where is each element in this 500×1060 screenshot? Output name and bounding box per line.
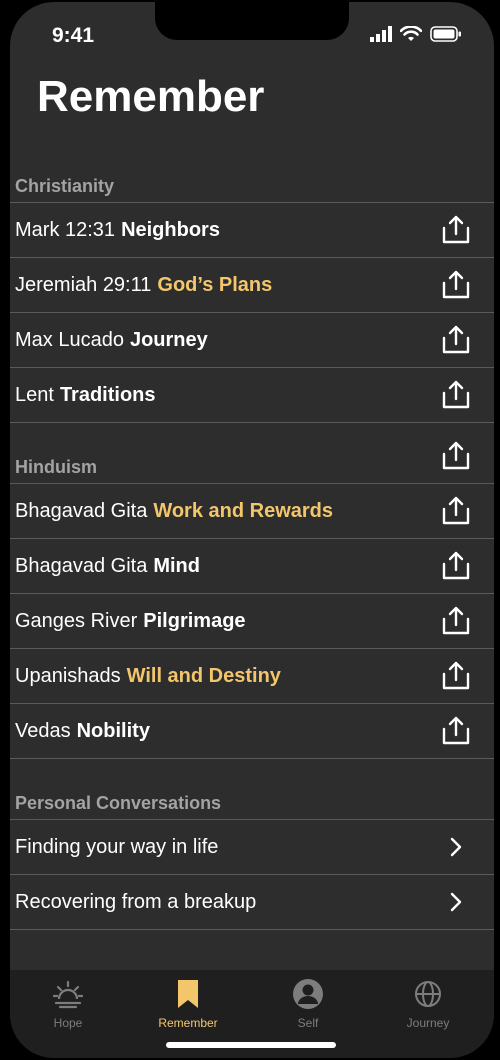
tab-journey[interactable]: Journey (368, 978, 488, 1030)
share-icon (442, 716, 470, 745)
wifi-icon (400, 26, 422, 41)
item-topic: God’s Plans (157, 273, 273, 296)
item-source: Vedas (15, 719, 71, 742)
open-conversation-button[interactable] (442, 887, 470, 917)
list-item[interactable]: Finding your way in life (10, 819, 494, 874)
share-button[interactable] (442, 716, 470, 746)
share-button[interactable] (442, 551, 470, 581)
tab-label: Hope (53, 1016, 83, 1030)
conversation-title: Finding your way in life (15, 835, 219, 858)
share-icon (442, 496, 470, 525)
tab-remember[interactable]: Remember (128, 978, 248, 1030)
share-icon (442, 270, 470, 299)
tab-hope[interactable]: Hope (10, 978, 128, 1030)
tab-self[interactable]: Self (248, 978, 368, 1030)
status-time: 9:41 (52, 24, 95, 47)
item-source: Ganges River (15, 609, 138, 632)
share-button[interactable] (442, 606, 470, 636)
share-button[interactable] (442, 380, 470, 410)
tab-label: Journey (406, 1016, 450, 1030)
item-source: Mark 12:31 (15, 218, 116, 241)
list-item[interactable]: Bhagavad Gita Mind (10, 538, 494, 593)
share-icon (442, 441, 470, 470)
phone-frame: 9:41 Remember Christianity Mark 12:31 Ne… (0, 0, 500, 1060)
item-topic: Neighbors (121, 218, 220, 241)
section-header-hinduism: Hinduism (15, 457, 98, 477)
globe-icon (415, 981, 441, 1007)
share-button[interactable] (442, 325, 470, 355)
home-indicator[interactable] (166, 1042, 336, 1048)
battery-icon (430, 26, 461, 42)
list-item[interactable]: Ganges River Pilgrimage (10, 593, 494, 648)
item-source: Bhagavad Gita (15, 499, 148, 522)
share-icon (442, 215, 470, 244)
notch (155, 2, 349, 40)
tab-bar: Hope Remember Self Journey (10, 970, 494, 1058)
list-item[interactable]: Bhagavad Gita Work and Rewards (10, 483, 494, 538)
share-button[interactable] (442, 441, 470, 471)
status-icons (370, 26, 462, 42)
share-button[interactable] (442, 661, 470, 691)
chevron-right-icon (450, 837, 462, 857)
chevron-right-icon (450, 892, 462, 912)
share-icon (442, 380, 470, 409)
remember-list: Christianity Mark 12:31 Neighbors Jeremi… (10, 170, 494, 930)
share-button[interactable] (442, 215, 470, 245)
list-item[interactable]: Vedas Nobility (10, 703, 494, 759)
section-header-christianity: Christianity (15, 176, 115, 196)
list-item[interactable]: Upanishads Will and Destiny (10, 648, 494, 703)
item-topic: Journey (129, 328, 208, 351)
item-topic: Pilgrimage (143, 609, 246, 632)
item-topic: Mind (153, 554, 200, 577)
share-icon (442, 606, 470, 635)
screen: 9:41 Remember Christianity Mark 12:31 Ne… (10, 2, 494, 1058)
item-topic: Nobility (76, 719, 150, 742)
conversation-title: Recovering from a breakup (15, 890, 257, 913)
item-topic: Traditions (59, 383, 156, 406)
item-source: Upanishads (15, 664, 121, 687)
share-icon (442, 551, 470, 580)
item-source: Max Lucado (15, 328, 124, 351)
list-item[interactable]: Max Lucado Journey (10, 312, 494, 367)
list-item[interactable]: Jeremiah 29:11 God’s Plans (10, 257, 494, 312)
list-item[interactable]: Lent Traditions (10, 367, 494, 423)
share-icon (442, 325, 470, 354)
item-source: Jeremiah 29:11 (15, 273, 152, 296)
tab-label: Self (297, 1016, 319, 1030)
signal-icon (370, 26, 392, 42)
tab-label: Remember (158, 1016, 218, 1030)
sun-icon (53, 980, 83, 1009)
share-button[interactable] (442, 496, 470, 526)
list-item[interactable]: Recovering from a breakup (10, 874, 494, 930)
share-icon (442, 661, 470, 690)
open-conversation-button[interactable] (442, 832, 470, 862)
item-topic: Work and Rewards (153, 499, 334, 522)
page-title: Remember (37, 72, 265, 121)
bookmark-icon (178, 980, 198, 1008)
share-button[interactable] (442, 270, 470, 300)
person-icon (293, 979, 323, 1009)
item-source: Lent (15, 383, 54, 406)
item-topic: Will and Destiny (126, 664, 281, 687)
section-header-personal-conversations: Personal Conversations (15, 793, 222, 813)
list-item[interactable]: Mark 12:31 Neighbors (10, 202, 494, 257)
item-source: Bhagavad Gita (15, 554, 148, 577)
